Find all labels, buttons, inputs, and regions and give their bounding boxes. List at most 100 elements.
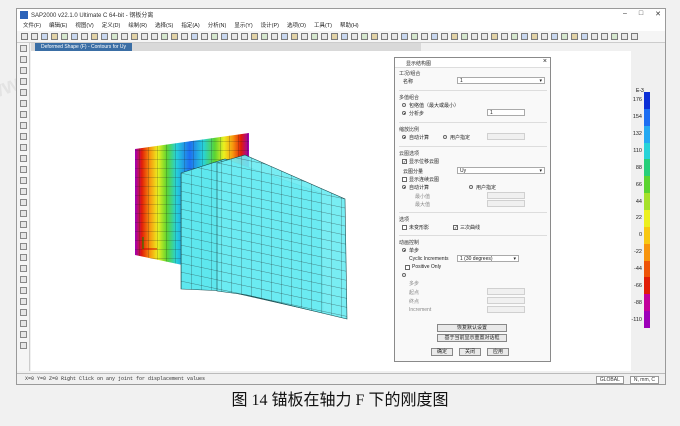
wire-shadow-checkbox[interactable] bbox=[402, 225, 407, 230]
toolbar-tool-icon[interactable] bbox=[541, 33, 548, 40]
side-tool-icon[interactable] bbox=[19, 122, 27, 129]
menu-tools[interactable]: 工具(T) bbox=[314, 21, 332, 31]
toolbar-tool-icon[interactable] bbox=[71, 33, 78, 40]
menu-design[interactable]: 设计(P) bbox=[261, 21, 279, 31]
coord-system-select[interactable]: GLOBAL bbox=[595, 376, 624, 384]
toolbar-tool-icon[interactable] bbox=[311, 33, 318, 40]
multi-step-radio[interactable] bbox=[402, 273, 406, 277]
units-select[interactable]: N, mm, C bbox=[629, 376, 659, 384]
toolbar-tool-icon[interactable] bbox=[171, 33, 178, 40]
toolbar-tool-icon[interactable] bbox=[261, 33, 268, 40]
toolbar-tool-icon[interactable] bbox=[101, 33, 108, 40]
toolbar-tool-icon[interactable] bbox=[201, 33, 208, 40]
close-button[interactable]: ✕ bbox=[655, 10, 661, 18]
toolbar-tool-icon[interactable] bbox=[231, 33, 238, 40]
side-tool-icon[interactable] bbox=[19, 243, 27, 250]
side-tool-icon[interactable] bbox=[19, 133, 27, 140]
max-input[interactable] bbox=[487, 200, 525, 207]
toolbar-tool-icon[interactable] bbox=[291, 33, 298, 40]
toolbar-tool-icon[interactable] bbox=[211, 33, 218, 40]
side-tool-icon[interactable] bbox=[19, 67, 27, 74]
close-button[interactable]: 关闭 bbox=[459, 348, 481, 356]
toolbar-tool-icon[interactable] bbox=[451, 33, 458, 40]
envelope-radio[interactable] bbox=[402, 103, 406, 107]
side-tool-icon[interactable] bbox=[19, 276, 27, 283]
toolbar-tool-icon[interactable] bbox=[21, 33, 28, 40]
show-undeformed-checkbox[interactable] bbox=[402, 177, 407, 182]
toolbar-tool-icon[interactable] bbox=[181, 33, 188, 40]
side-tool-icon[interactable] bbox=[19, 199, 27, 206]
side-tool-icon[interactable] bbox=[19, 298, 27, 305]
toolbar-tool-icon[interactable] bbox=[241, 33, 248, 40]
toolbar-tool-icon[interactable] bbox=[321, 33, 328, 40]
toolbar-tool-icon[interactable] bbox=[361, 33, 368, 40]
toolbar-tool-icon[interactable] bbox=[51, 33, 58, 40]
maximize-button[interactable]: □ bbox=[639, 10, 643, 18]
toolbar-tool-icon[interactable] bbox=[331, 33, 338, 40]
toolbar-tool-icon[interactable] bbox=[41, 33, 48, 40]
scale-input[interactable] bbox=[487, 133, 525, 140]
toolbar-tool-icon[interactable] bbox=[511, 33, 518, 40]
side-tool-icon[interactable] bbox=[19, 111, 27, 118]
toolbar-tool-icon[interactable] bbox=[281, 33, 288, 40]
menu-analyze[interactable]: 分析(N) bbox=[208, 21, 227, 31]
toolbar-tool-icon[interactable] bbox=[351, 33, 358, 40]
side-tool-icon[interactable] bbox=[19, 188, 27, 195]
menu-assign[interactable]: 指定(A) bbox=[181, 21, 199, 31]
toolbar-tool-icon[interactable] bbox=[521, 33, 528, 40]
toolbar-tool-icon[interactable] bbox=[91, 33, 98, 40]
toolbar-tool-icon[interactable] bbox=[341, 33, 348, 40]
show-contour-checkbox[interactable]: ✓ bbox=[402, 159, 407, 164]
tab-deformed-shape[interactable]: Deformed Shape (F) - Contours for Uy bbox=[35, 43, 133, 51]
side-tool-icon[interactable] bbox=[19, 45, 27, 52]
side-tool-icon[interactable] bbox=[19, 221, 27, 228]
menu-edit[interactable]: 编辑(E) bbox=[49, 21, 67, 31]
side-tool-icon[interactable] bbox=[19, 265, 27, 272]
contour-auto-radio[interactable] bbox=[402, 185, 406, 189]
toolbar-tool-icon[interactable] bbox=[391, 33, 398, 40]
increment-input[interactable] bbox=[487, 306, 525, 313]
side-tool-icon[interactable] bbox=[19, 254, 27, 261]
side-tool-icon[interactable] bbox=[19, 331, 27, 338]
contour-user-radio[interactable] bbox=[469, 185, 473, 189]
min-input[interactable] bbox=[487, 192, 525, 199]
toolbar-tool-icon[interactable] bbox=[611, 33, 618, 40]
end-input[interactable] bbox=[487, 297, 525, 304]
toolbar-tool-icon[interactable] bbox=[471, 33, 478, 40]
side-tool-icon[interactable] bbox=[19, 320, 27, 327]
toolbar-tool-icon[interactable] bbox=[411, 33, 418, 40]
side-tool-icon[interactable] bbox=[19, 144, 27, 151]
contour-component-select[interactable]: Uy ▾ bbox=[457, 167, 545, 174]
cyclic-select[interactable]: 1 (30 degrees) ▾ bbox=[457, 255, 519, 262]
side-tool-icon[interactable] bbox=[19, 89, 27, 96]
side-tool-icon[interactable] bbox=[19, 100, 27, 107]
toolbar-tool-icon[interactable] bbox=[631, 33, 638, 40]
side-tool-icon[interactable] bbox=[19, 210, 27, 217]
minimize-button[interactable]: – bbox=[623, 10, 627, 18]
toolbar-tool-icon[interactable] bbox=[501, 33, 508, 40]
side-tool-icon[interactable] bbox=[19, 166, 27, 173]
toolbar-tool-icon[interactable] bbox=[581, 33, 588, 40]
toolbar-tool-icon[interactable] bbox=[221, 33, 228, 40]
toolbar-tool-icon[interactable] bbox=[551, 33, 558, 40]
toolbar-tool-icon[interactable] bbox=[461, 33, 468, 40]
apply-button[interactable]: 应用 bbox=[487, 348, 509, 356]
toolbar-tool-icon[interactable] bbox=[251, 33, 258, 40]
toolbar-tool-icon[interactable] bbox=[271, 33, 278, 40]
toolbar-tool-icon[interactable] bbox=[131, 33, 138, 40]
toolbar-tool-icon[interactable] bbox=[381, 33, 388, 40]
toolbar-tool-icon[interactable] bbox=[421, 33, 428, 40]
toolbar-tool-icon[interactable] bbox=[141, 33, 148, 40]
case-name-select[interactable]: 1 ▾ bbox=[457, 77, 545, 84]
menu-display[interactable]: 显示(Y) bbox=[234, 21, 252, 31]
toolbar-tool-icon[interactable] bbox=[301, 33, 308, 40]
toolbar-tool-icon[interactable] bbox=[161, 33, 168, 40]
side-tool-icon[interactable] bbox=[19, 155, 27, 162]
toolbar-tool-icon[interactable] bbox=[481, 33, 488, 40]
toolbar-tool-icon[interactable] bbox=[401, 33, 408, 40]
toolbar-tool-icon[interactable] bbox=[431, 33, 438, 40]
side-tool-icon[interactable] bbox=[19, 232, 27, 239]
step-input[interactable]: 1 bbox=[487, 109, 525, 116]
menu-draw[interactable]: 绘制(R) bbox=[128, 21, 147, 31]
toolbar-tool-icon[interactable] bbox=[601, 33, 608, 40]
